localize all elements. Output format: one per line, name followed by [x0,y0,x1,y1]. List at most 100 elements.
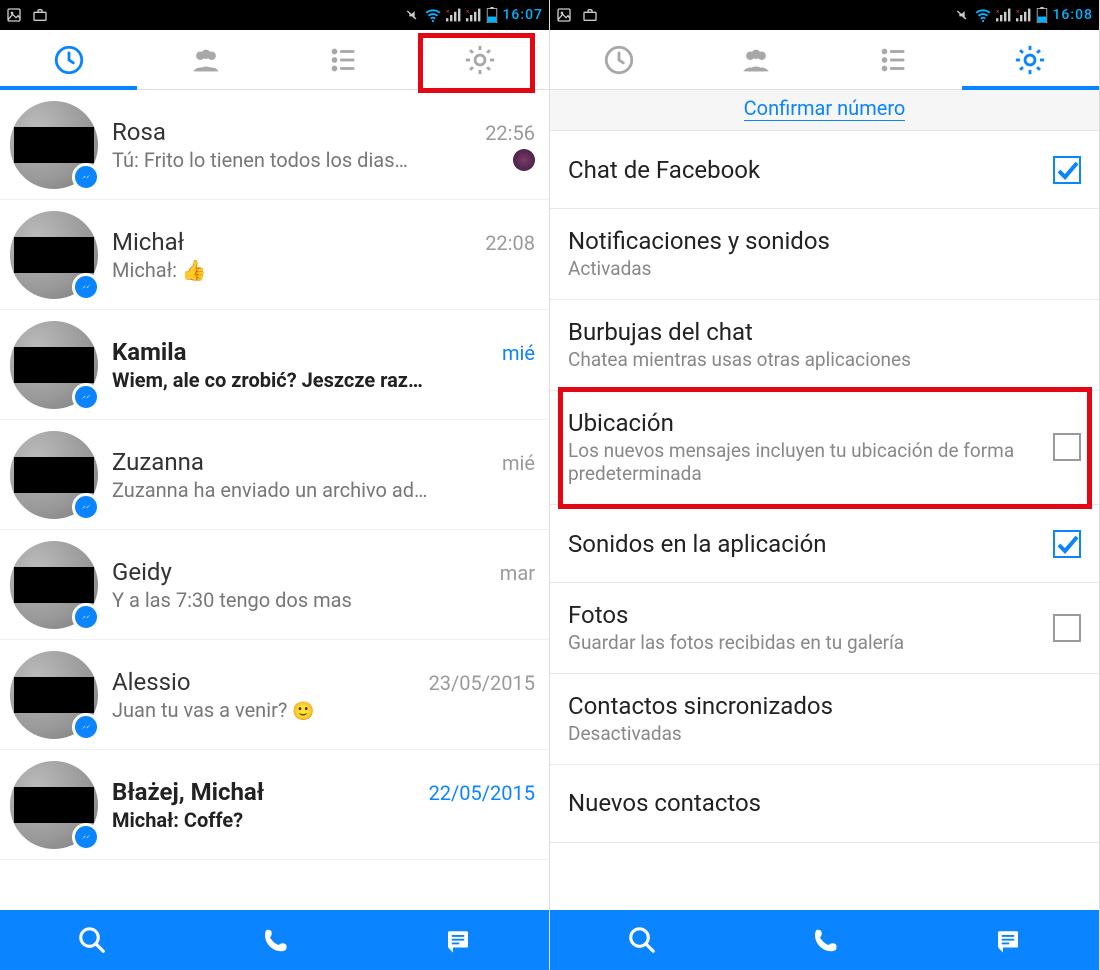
tab-people[interactable] [687,30,824,89]
conversation-name: Kamila [112,338,494,366]
call-button[interactable] [183,910,366,970]
conversation-row[interactable]: Michał 22:08 Michał: 👍 [0,200,549,310]
avatar[interactable] [10,321,98,409]
confirm-number-banner[interactable]: Confirmar número [550,90,1099,131]
tab-recent[interactable] [0,30,137,89]
briefcase-icon [32,7,48,23]
tab-groups[interactable] [825,30,962,89]
conversation-row[interactable]: KamilamiéWiem, ale co zrobić? Jeszcze ra… [0,310,549,420]
status-time: 16:08 [1052,7,1093,23]
setting-subtitle: Chatea mientras usas otras aplicaciones [568,348,1081,372]
setting-row[interactable]: Contactos sincronizadosDesactivadas [550,674,1099,765]
briefcase-icon [582,7,598,23]
messenger-settings-screen: × × 16:08 Confirmar número Chat de [550,0,1100,970]
smiley-icon: 🙂 [292,701,314,722]
setting-checkbox[interactable] [1053,156,1081,184]
conversation-time: 23/05/2015 [429,671,535,695]
setting-title: Burbujas del chat [568,318,1081,346]
svg-text:×: × [996,8,1000,15]
conversation-list: Rosa 22:56 Tú: Frito lo tienen todos los d… [0,90,549,860]
setting-subtitle: Activadas [568,257,1081,281]
settings-list: Chat de Facebook Notificaciones y sonidos… [550,131,1099,843]
tab-groups[interactable] [275,30,412,89]
setting-title: Chat de Facebook [568,156,1041,184]
conversation-preview: Zuzanna ha enviado un archivo ad… [112,478,535,502]
messenger-conversations-screen: × × 16:07 Rosa 22:56 Tú: Frito lo tienen t… [0,0,550,970]
tab-settings[interactable] [412,30,549,89]
messenger-badge-icon [72,383,100,411]
avatar[interactable] [10,541,98,629]
conversation-time: mar [500,561,535,585]
battery-icon [1036,7,1048,23]
conversation-row[interactable]: Rosa 22:56 Tú: Frito lo tienen todos los d… [0,90,549,200]
confirm-number-link[interactable]: Confirmar número [744,96,906,121]
setting-title: Ubicación [568,409,1041,437]
conversation-row[interactable]: Geidy mar Y a las 7:30 tengo dos mas [0,530,549,640]
setting-title: Fotos [568,601,1041,629]
conversation-row[interactable]: Alessio 23/05/2015 Juan tu vas a venir? 🙂 [0,640,549,750]
wifi-icon [424,6,442,24]
setting-title: Notificaciones y sonidos [568,227,1081,255]
compose-button[interactable] [366,910,549,970]
search-button[interactable] [550,910,733,970]
conversation-time: 22/05/2015 [429,781,535,805]
messenger-badge-icon [72,493,100,521]
conversation-time: mié [502,451,535,475]
thumbs-up-icon: 👍 [182,258,207,282]
signal-2-icon: × [1016,8,1032,22]
setting-row[interactable]: Nuevos contactos [550,765,1099,843]
svg-text:×: × [446,8,450,15]
setting-checkbox[interactable] [1053,614,1081,642]
setting-checkbox[interactable] [1053,530,1081,558]
setting-row[interactable]: Notificaciones y sonidosActivadas [550,209,1099,300]
conversation-row[interactable]: Błażej, Michał22/05/2015Michał: Coffe? [0,750,549,860]
call-button[interactable] [733,910,916,970]
mute-icon [954,7,970,23]
search-button[interactable] [0,910,183,970]
top-tabbar [0,30,549,90]
mute-icon [404,7,420,23]
conversation-preview: Michał: 👍 [112,258,535,282]
conversation-preview: Tú: Frito lo tienen todos los dias… [112,148,507,172]
conversation-name: Michał [112,228,477,256]
avatar[interactable] [10,651,98,739]
conversation-preview: Juan tu vas a venir? 🙂 [112,698,535,722]
conversation-time: 22:56 [485,121,535,145]
bottom-bar [0,910,549,970]
messenger-badge-icon [72,713,100,741]
setting-row[interactable]: Sonidos en la aplicación [550,505,1099,583]
avatar[interactable] [10,761,98,849]
setting-title: Contactos sincronizados [568,692,1081,720]
setting-subtitle: Los nuevos mensajes incluyen tu ubicació… [568,439,1041,487]
conversation-time: 22:08 [485,231,535,255]
setting-row[interactable]: FotosGuardar las fotos recibidas en tu g… [550,583,1099,674]
conversation-name: Zuzanna [112,448,494,476]
avatar[interactable] [10,101,98,189]
conversation-name: Geidy [112,558,492,586]
tab-people[interactable] [137,30,274,89]
setting-checkbox[interactable] [1053,433,1081,461]
conversation-name: Alessio [112,668,421,696]
setting-row[interactable]: Burbujas del chatChatea mientras usas ot… [550,300,1099,391]
messenger-badge-icon [72,823,100,851]
status-time: 16:07 [502,7,543,23]
signal-1-icon: × [996,8,1012,22]
avatar[interactable] [10,211,98,299]
status-bar: × × 16:07 [0,0,549,30]
tab-settings[interactable] [962,30,1099,89]
signal-1-icon: × [446,8,462,22]
svg-text:×: × [466,8,470,15]
signal-2-icon: × [466,8,482,22]
conversation-row[interactable]: Zuzanna mié Zuzanna ha enviado un archivo … [0,420,549,530]
setting-row[interactable]: Chat de Facebook [550,131,1099,209]
conversation-name: Rosa [112,118,477,146]
setting-row[interactable]: UbicaciónLos nuevos mensajes incluyen tu… [550,391,1099,506]
compose-button[interactable] [916,910,1099,970]
setting-title: Nuevos contactos [568,789,1081,817]
conversation-preview: Y a las 7:30 tengo dos mas [112,588,535,612]
avatar[interactable] [10,431,98,519]
top-tabbar [550,30,1099,90]
status-bar: × × 16:08 [550,0,1099,30]
tab-recent[interactable] [550,30,687,89]
conversation-preview: Michał: Coffe? [112,808,535,832]
